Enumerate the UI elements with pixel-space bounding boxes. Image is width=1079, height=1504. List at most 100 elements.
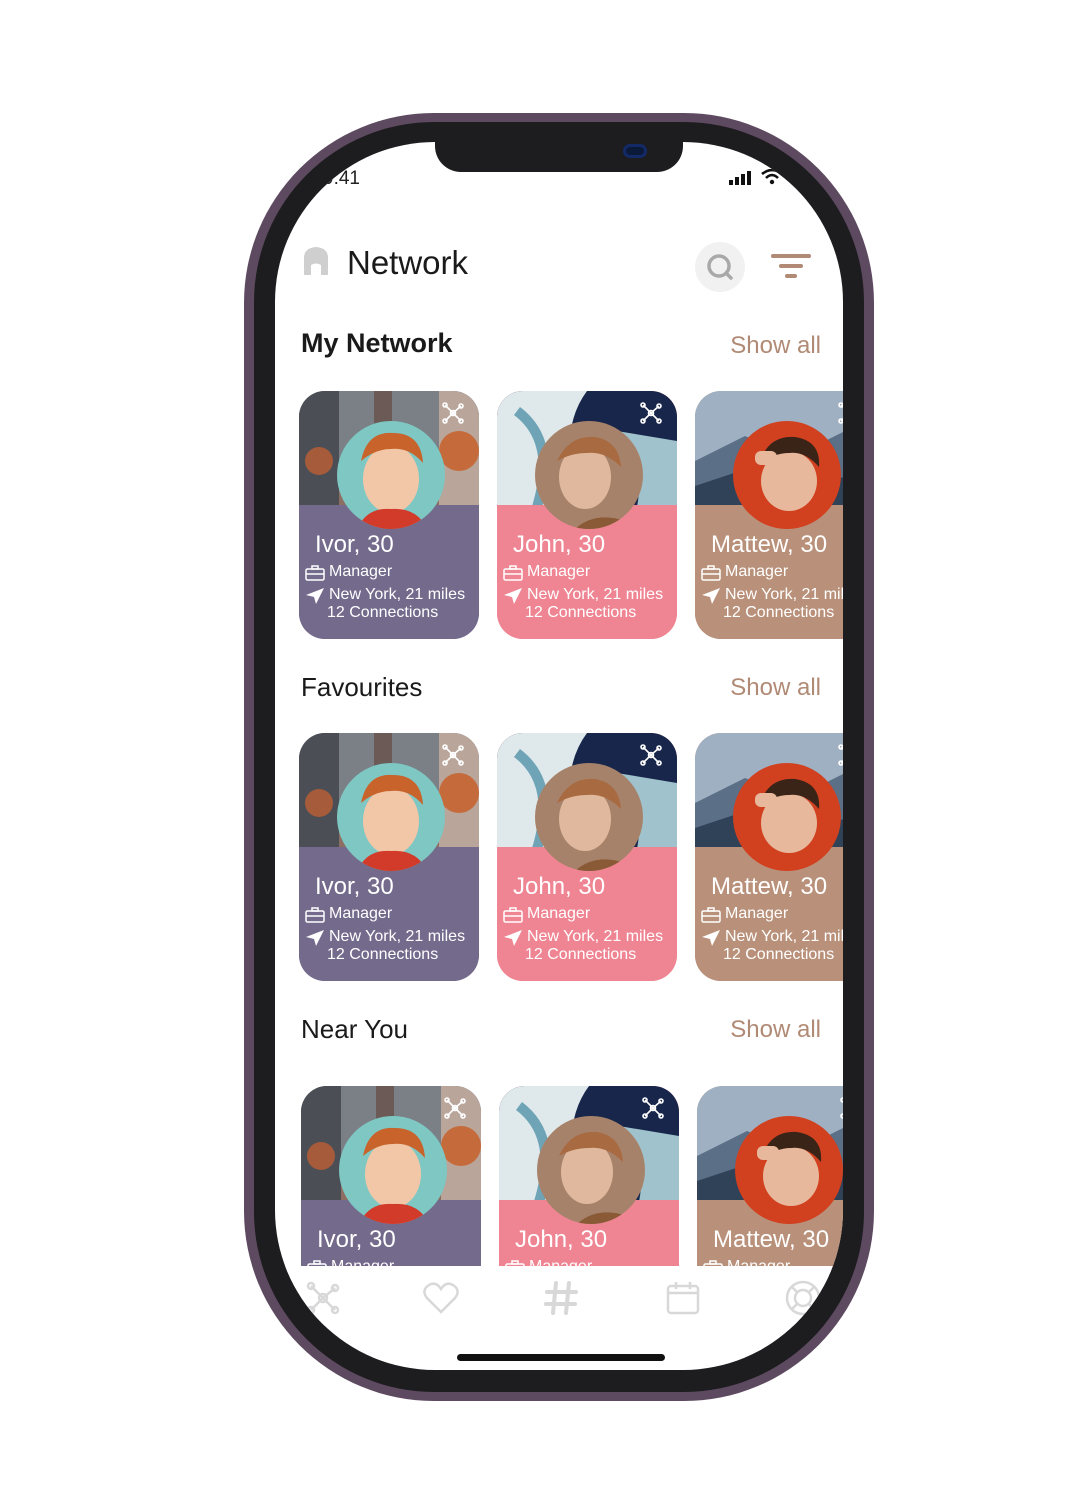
card-role: Manager <box>727 1258 790 1266</box>
briefcase-icon <box>503 565 523 581</box>
avatar <box>535 421 643 529</box>
card-location: New York, 21 miles <box>329 586 466 603</box>
tab-bar <box>275 1266 843 1326</box>
card-name: Mattew, 30 <box>711 873 828 900</box>
card-connections: 12 Connections <box>525 946 637 963</box>
network-icon[interactable] <box>837 401 843 425</box>
card-location: New York, 21 miles <box>725 928 843 945</box>
tab-favourites[interactable] <box>419 1276 463 1320</box>
card-row-favourites: Ivor, 30 Manager New York, 21 miles 12 C… <box>299 733 843 983</box>
calendar-icon <box>666 1282 700 1315</box>
show-all-favourites[interactable]: Show all <box>730 674 821 702</box>
tab-hashtag[interactable] <box>539 1276 583 1320</box>
card-role: Manager <box>529 1258 592 1266</box>
briefcase-icon <box>701 565 721 581</box>
lifebuoy-icon <box>785 1280 821 1316</box>
section-title-favourites: Favourites <box>301 672 423 702</box>
network-icon[interactable] <box>639 743 663 767</box>
tab-calendar[interactable] <box>661 1276 705 1320</box>
network-icon[interactable] <box>839 1096 843 1120</box>
camera <box>623 144 647 158</box>
card-row-my-network: Ivor, 30 Manager New York, 21 miles 12 C… <box>299 391 843 641</box>
location-arrow-icon <box>504 930 522 946</box>
card-role: Manager <box>329 563 393 580</box>
card-location: New York, 21 miles <box>329 928 466 945</box>
search-icon <box>707 254 733 280</box>
avatar <box>339 1116 447 1224</box>
tab-network[interactable] <box>301 1276 345 1320</box>
card-location: New York, 21 miles <box>527 928 664 945</box>
briefcase-icon <box>305 565 325 581</box>
wifi-icon <box>761 169 783 185</box>
briefcase-icon <box>305 907 325 923</box>
person-card[interactable]: Ivor, 30 Manager New York, 21 miles 12 C… <box>299 733 479 981</box>
person-card[interactable]: John, 30 Manager New York, 21 miles 12 C… <box>497 733 677 981</box>
status-time: 9:41 <box>323 168 360 189</box>
home-indicator[interactable] <box>457 1354 665 1361</box>
section-title-my-network: My Network <box>301 328 453 358</box>
person-card[interactable]: Mattew, 30 Manager New York, 21 miles 12… <box>695 733 843 981</box>
card-location: New York, 21 miles <box>725 586 843 603</box>
card-row-near-you: Ivor, 30 Manager New York, 21 miles 12 C… <box>299 1086 843 1266</box>
location-arrow-icon <box>702 930 720 946</box>
avatar <box>733 763 841 871</box>
show-all-near-you[interactable]: Show all <box>730 1016 821 1044</box>
card-connections: 12 Connections <box>525 604 637 621</box>
page-title: Network <box>347 244 469 281</box>
card-role: Manager <box>725 563 789 580</box>
network-icon[interactable] <box>837 743 843 767</box>
avatar <box>337 763 445 871</box>
card-name: Mattew, 30 <box>711 531 828 558</box>
person-card[interactable]: Mattew, 30 Manager New York, 21 miles 12… <box>697 1086 843 1266</box>
person-card[interactable]: Ivor, 30 Manager New York, 21 miles 12 C… <box>299 391 479 639</box>
phone-screen: 9:41 Network My Network Show all Ivor, 3… <box>275 142 843 1370</box>
network-icon[interactable] <box>443 1096 467 1120</box>
signal-icon <box>729 171 751 185</box>
card-role: Manager <box>725 905 789 922</box>
card-connections: 12 Connections <box>327 604 439 621</box>
card-name: Ivor, 30 <box>315 531 394 558</box>
network-icon <box>306 1281 340 1315</box>
avatar <box>733 421 841 529</box>
search-button[interactable] <box>695 242 745 292</box>
home-icon[interactable] <box>303 246 329 276</box>
hashtag-icon <box>544 1281 578 1315</box>
person-card[interactable]: Mattew, 30 Manager New York, 21 miles 12… <box>695 391 843 639</box>
card-connections: 12 Connections <box>723 604 835 621</box>
section-title-near-you: Near You <box>301 1014 408 1044</box>
network-icon[interactable] <box>641 1096 665 1120</box>
person-card[interactable]: John, 30 Manager New York, 21 miles 12 C… <box>499 1086 679 1266</box>
header: Network <box>275 242 843 292</box>
avatar <box>537 1116 645 1224</box>
heart-icon <box>423 1282 459 1314</box>
card-name: Ivor, 30 <box>317 1226 396 1253</box>
location-arrow-icon <box>504 588 522 604</box>
card-role: Manager <box>329 905 393 922</box>
status-icons <box>729 169 823 185</box>
briefcase-icon <box>701 907 721 923</box>
briefcase-icon <box>503 907 523 923</box>
card-role: Manager <box>527 563 591 580</box>
avatar <box>535 763 643 871</box>
card-name: Ivor, 30 <box>315 873 394 900</box>
card-name: Mattew, 30 <box>713 1226 830 1253</box>
card-connections: 12 Connections <box>723 946 835 963</box>
show-all-my-network[interactable]: Show all <box>730 332 821 360</box>
card-role: Manager <box>527 905 591 922</box>
location-arrow-icon <box>306 930 324 946</box>
card-location: New York, 21 miles <box>527 586 664 603</box>
person-card[interactable]: John, 30 Manager New York, 21 miles 12 C… <box>497 391 677 639</box>
network-icon[interactable] <box>441 401 465 425</box>
card-name: John, 30 <box>513 873 606 900</box>
filter-button[interactable] <box>771 252 813 280</box>
tab-support[interactable] <box>781 1276 825 1320</box>
avatar <box>337 421 445 529</box>
card-name: John, 30 <box>515 1226 608 1253</box>
card-name: John, 30 <box>513 531 606 558</box>
location-arrow-icon <box>702 588 720 604</box>
person-card[interactable]: Ivor, 30 Manager New York, 21 miles 12 C… <box>301 1086 481 1266</box>
network-icon[interactable] <box>639 401 663 425</box>
card-connections: 12 Connections <box>327 946 439 963</box>
network-icon[interactable] <box>441 743 465 767</box>
avatar <box>735 1116 843 1224</box>
